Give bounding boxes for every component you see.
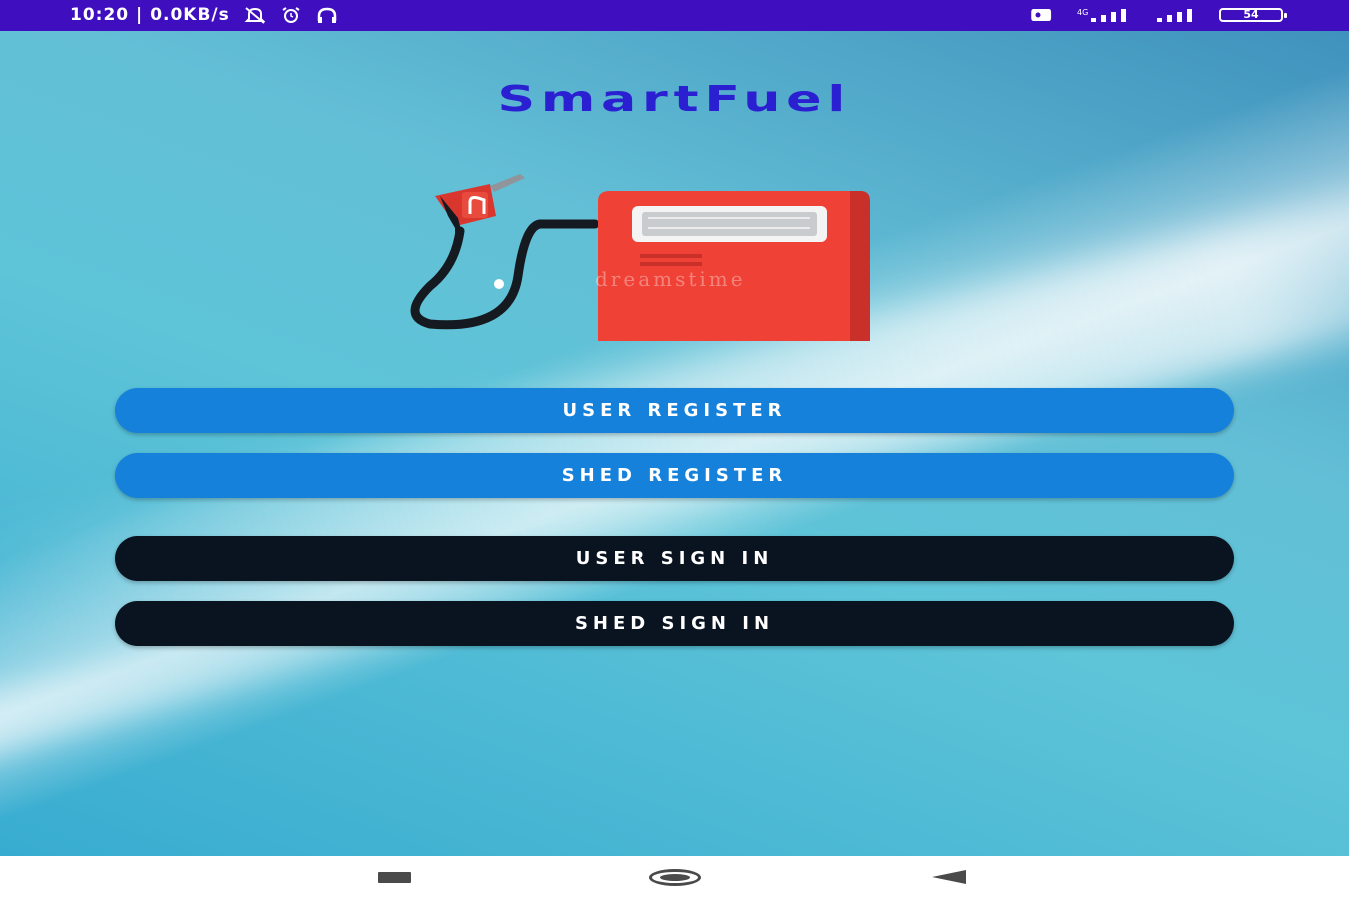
fuel-pump-icon: dreamstime (410, 174, 870, 341)
shed-sign-in-button[interactable]: SHED SIGN IN (115, 601, 1234, 646)
signal-icon: 4G (1077, 8, 1126, 22)
status-speed: 0.0KB/s (150, 5, 230, 25)
user-register-button[interactable]: USER REGISTER (115, 388, 1234, 433)
back-icon[interactable] (932, 870, 966, 884)
recents-icon[interactable] (378, 872, 411, 883)
screenshot-icon (1031, 9, 1052, 21)
app-screen: 10:20 | 0.0KB/s 4G 54 SmartFuel dreamsti… (0, 0, 1349, 899)
main-content: SmartFuel dreamstime USER REGISTER SHED … (0, 31, 1349, 856)
app-title: SmartFuel (497, 79, 852, 120)
alarm-icon (282, 7, 300, 23)
battery-icon: 54 (1219, 8, 1287, 22)
mute-icon (244, 7, 266, 24)
watermark-text: dreamstime (595, 267, 746, 291)
status-separator: | (136, 5, 144, 25)
status-bar: 10:20 | 0.0KB/s 4G 54 (0, 0, 1349, 31)
signal-icon-2 (1157, 9, 1192, 22)
status-right: 4G 54 (1023, 6, 1287, 24)
home-icon[interactable] (649, 869, 701, 886)
svg-text:4G: 4G (1077, 8, 1088, 17)
navigation-bar (0, 856, 1349, 899)
status-time: 10:20 (70, 5, 130, 25)
status-time-speed: 10:20 | 0.0KB/s (70, 5, 230, 25)
user-sign-in-button[interactable]: USER SIGN IN (115, 536, 1234, 581)
headset-icon (317, 7, 337, 23)
shed-register-button[interactable]: SHED REGISTER (115, 453, 1234, 498)
status-left: 10:20 | 0.0KB/s (70, 5, 338, 25)
